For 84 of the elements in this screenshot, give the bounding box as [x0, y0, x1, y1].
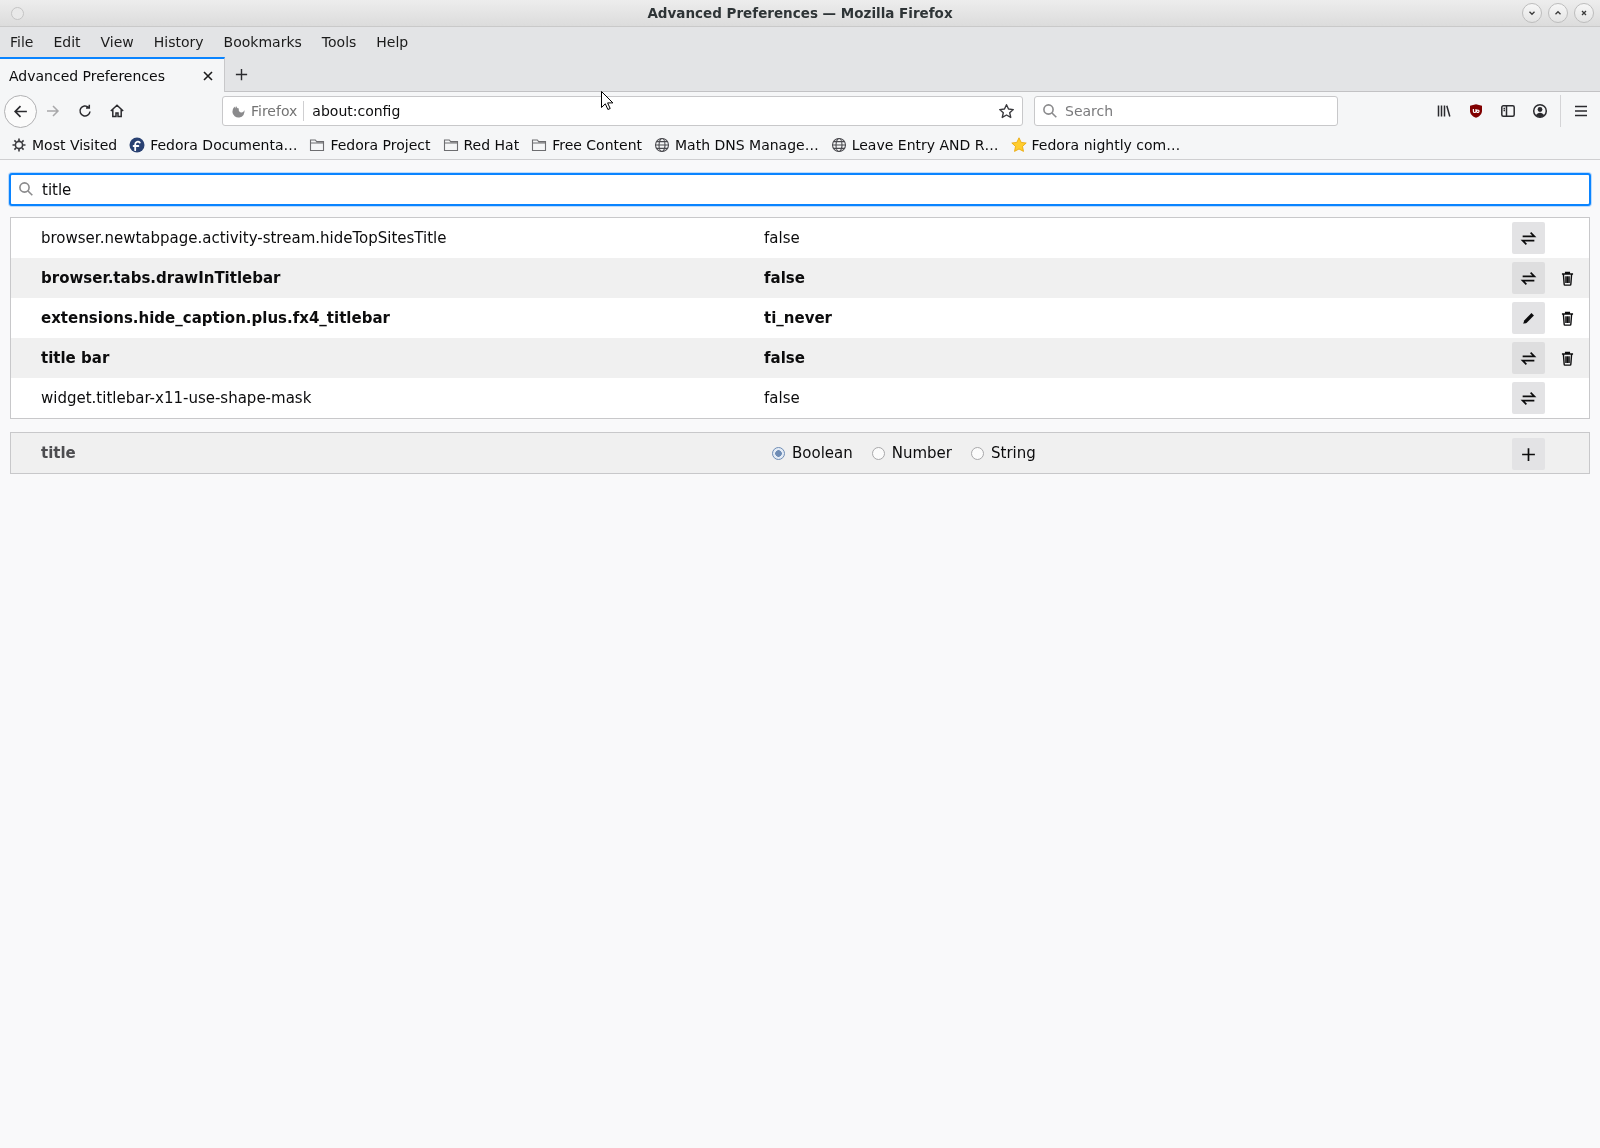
- preference-name: extensions.hide_caption.plus.fx4_titlebar: [40, 309, 391, 327]
- swap-arrows-icon: [1520, 229, 1537, 247]
- account-icon: [1532, 103, 1548, 119]
- globe-icon: [654, 136, 670, 153]
- browser-tab[interactable]: Advanced Preferences: [0, 57, 225, 92]
- type-radio-option[interactable]: Boolean: [772, 444, 853, 462]
- menu-item[interactable]: History: [143, 30, 214, 54]
- swap-arrows-icon: [1520, 389, 1537, 407]
- bookmark-folder[interactable]: Fedora Project: [304, 133, 436, 156]
- browser-logo-icon: [231, 103, 246, 119]
- type-radio-option[interactable]: String: [971, 444, 1036, 462]
- star-icon: [1010, 136, 1027, 153]
- plus-icon: [1520, 445, 1537, 463]
- trash-icon: [1560, 310, 1574, 326]
- toggle-button[interactable]: [1512, 342, 1545, 374]
- pencil-icon: [1521, 310, 1536, 326]
- shield-icon: [1468, 103, 1484, 119]
- tab-title: Advanced Preferences: [9, 67, 165, 84]
- swap-arrows-icon: [1520, 269, 1537, 287]
- menu-item[interactable]: View: [90, 30, 144, 54]
- preference-value: false: [764, 269, 806, 287]
- reload-icon: [77, 103, 93, 119]
- delete-button[interactable]: [1560, 350, 1574, 366]
- menu-item[interactable]: Edit: [43, 30, 91, 54]
- menu-item[interactable]: Help: [366, 30, 419, 54]
- delete-button[interactable]: [1560, 310, 1574, 326]
- url-text: about:config: [311, 103, 402, 119]
- minimize-button[interactable]: [1522, 3, 1542, 23]
- search-icon: [18, 181, 34, 197]
- menu-icon: [1573, 103, 1589, 119]
- preference-name: title bar: [40, 349, 111, 367]
- toggle-button[interactable]: [1512, 222, 1545, 254]
- menu-item[interactable]: Tools: [311, 30, 367, 54]
- globe-icon: [830, 136, 847, 153]
- site-identity-button[interactable]: Firefox: [223, 97, 304, 125]
- preference-value: false: [764, 349, 806, 367]
- address-bar[interactable]: Firefox about:config: [222, 96, 1023, 126]
- preference-value: ti_never: [764, 309, 833, 327]
- bookmark-item[interactable]: Most Visited: [6, 133, 123, 156]
- preference-value: false: [764, 389, 801, 407]
- bookmark-item[interactable]: Fedora Documenta…: [124, 133, 303, 156]
- forward-arrow-icon: [45, 103, 61, 119]
- plus-icon: [233, 66, 249, 82]
- trash-icon: [1560, 270, 1574, 286]
- back-button[interactable]: [4, 94, 37, 128]
- folder-icon: [309, 136, 326, 153]
- maximize-button[interactable]: [1548, 3, 1568, 23]
- search-field[interactable]: Search: [1034, 96, 1338, 126]
- menu-item[interactable]: File: [0, 30, 44, 54]
- close-window-button[interactable]: [1574, 3, 1594, 23]
- preference-value: false: [764, 229, 801, 247]
- preference-name: browser.newtabpage.activity-stream.hideTopSitesTitle: [40, 229, 448, 247]
- bookmark-folder[interactable]: Red Hat: [437, 133, 525, 156]
- library-icon: [1436, 103, 1452, 119]
- edit-button[interactable]: [1512, 302, 1545, 334]
- round-logo-icon: [129, 136, 146, 153]
- bookmark-folder[interactable]: Free Content: [526, 133, 647, 156]
- close-icon: [1579, 8, 1589, 18]
- radio-button[interactable]: [871, 446, 885, 460]
- toggle-button[interactable]: [1512, 382, 1545, 414]
- new-preference-name: title: [40, 444, 77, 462]
- add-button[interactable]: [1512, 438, 1545, 470]
- home-icon: [109, 103, 125, 119]
- preference-name: widget.titlebar-x11-use-shape-mask: [40, 389, 313, 407]
- radio-button[interactable]: [971, 446, 984, 460]
- bookmark-item[interactable]: Fedora nightly com…: [1005, 133, 1186, 156]
- swap-arrows-icon: [1520, 349, 1537, 367]
- menu-item[interactable]: Bookmarks: [213, 30, 312, 54]
- sidebar-icon: [1500, 103, 1516, 119]
- star-outline-icon: [997, 102, 1015, 120]
- bookmark-item[interactable]: Math DNS Manage…: [649, 133, 824, 156]
- gear-icon: [11, 136, 27, 153]
- window-title: Advanced Preferences — Mozilla Firefox: [647, 5, 953, 21]
- filter-field[interactable]: title: [9, 173, 1591, 206]
- toggle-button[interactable]: [1512, 262, 1545, 294]
- trash-icon: [1560, 350, 1574, 366]
- type-radio-option[interactable]: Number: [871, 444, 952, 462]
- delete-button[interactable]: [1560, 270, 1574, 286]
- bookmark-item[interactable]: Leave Entry AND R…: [825, 133, 1004, 156]
- folder-icon: [531, 136, 548, 153]
- search-icon: [1042, 103, 1058, 119]
- preference-name: browser.tabs.drawInTitlebar: [40, 269, 282, 287]
- folder-icon: [442, 136, 459, 153]
- radio-button[interactable]: [772, 446, 785, 460]
